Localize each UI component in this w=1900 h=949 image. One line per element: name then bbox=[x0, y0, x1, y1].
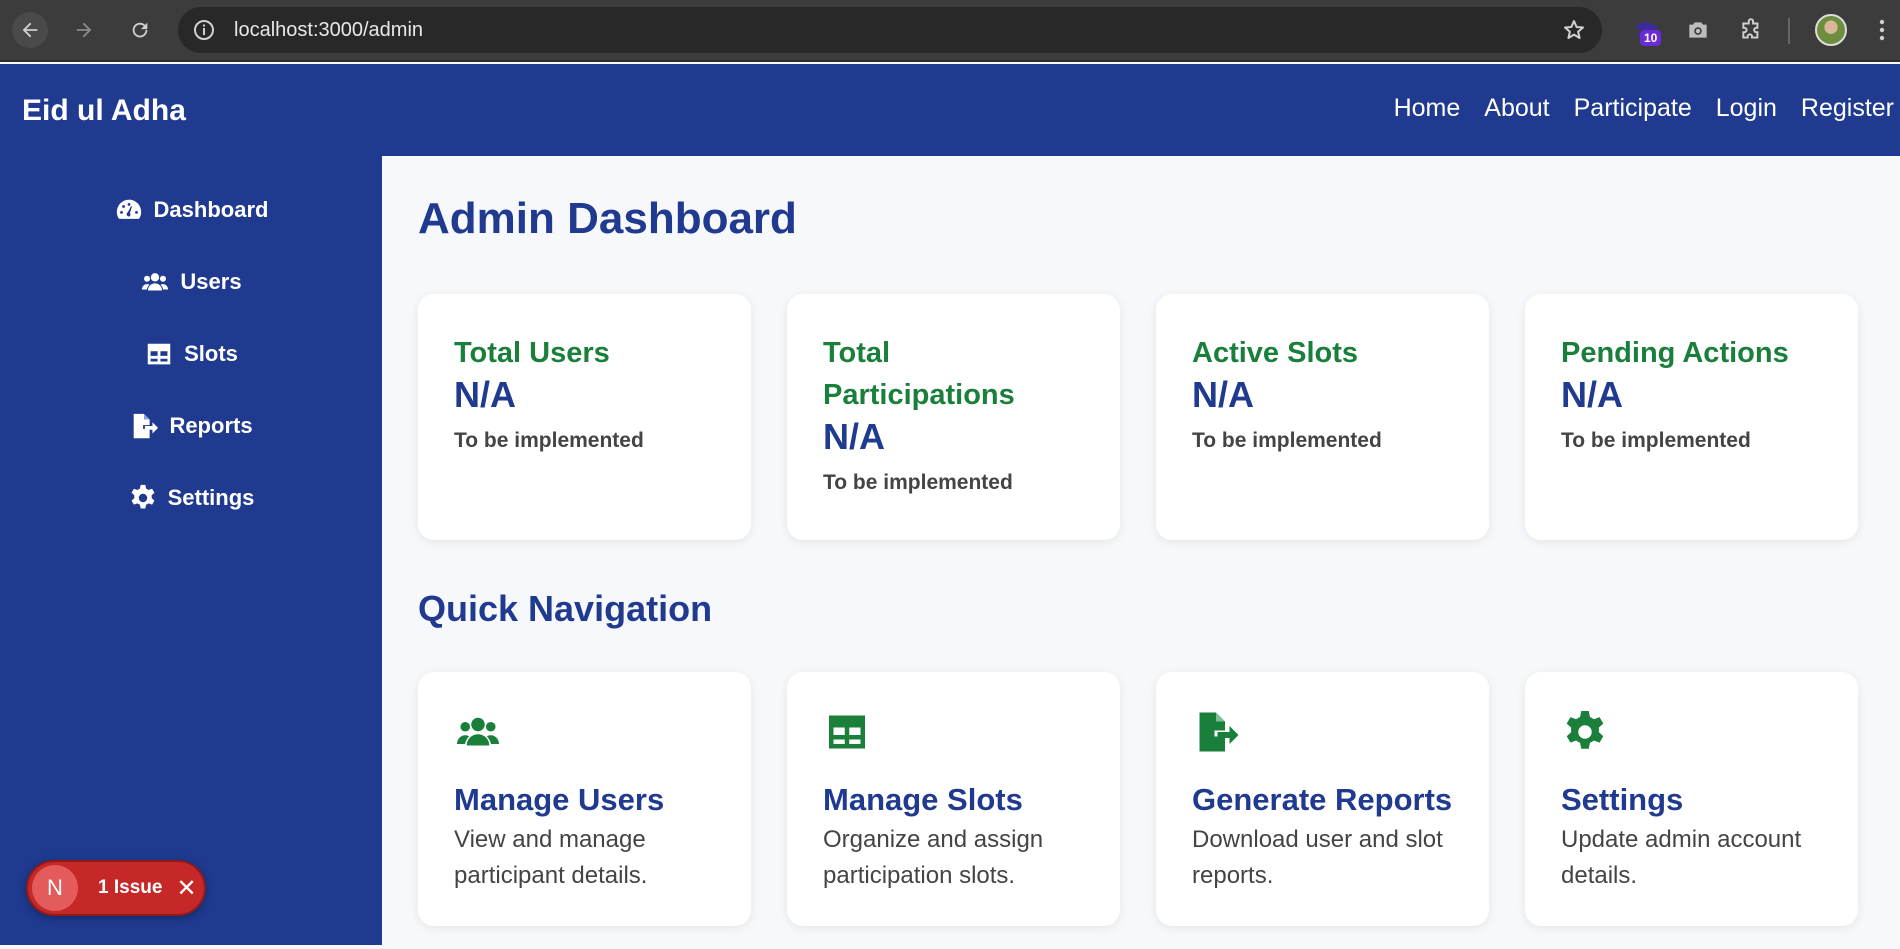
arrow-left-icon bbox=[22, 22, 38, 38]
quick-nav-desc: Update admin account details. bbox=[1561, 826, 1802, 889]
stat-card-active-slots: Active Slots N/A To be implemented bbox=[1156, 294, 1489, 540]
sidebar-item-label: Settings bbox=[167, 485, 255, 510]
dashboard-gauge-icon bbox=[116, 199, 141, 219]
nextjs-logo-icon: N bbox=[32, 865, 78, 911]
extensions-menu[interactable] bbox=[1736, 14, 1768, 46]
extension-camera[interactable] bbox=[1682, 14, 1714, 46]
stat-note: To be implemented bbox=[1561, 429, 1751, 452]
stat-note: To be implemented bbox=[823, 471, 1013, 494]
sidebar: Dashboard Users Slots Reports Settings bbox=[0, 156, 382, 945]
quick-nav-title: Manage Users bbox=[454, 782, 665, 817]
stat-title: Active Slots bbox=[1192, 337, 1358, 369]
page-title: Admin Dashboard bbox=[418, 194, 797, 243]
toolbar-divider bbox=[1788, 18, 1790, 44]
stat-card-content: Total Participations N/A To be implement… bbox=[823, 332, 1093, 504]
sidebar-item-label: Dashboard bbox=[153, 197, 269, 222]
kebab-menu-icon[interactable] bbox=[1872, 16, 1892, 44]
nav-participate[interactable]: Participate bbox=[1574, 94, 1692, 123]
url-text: localhost:3000/admin bbox=[234, 19, 424, 41]
bookmark-star-icon[interactable] bbox=[1562, 18, 1586, 42]
sidebar-item-dashboard[interactable]: Dashboard bbox=[0, 190, 382, 230]
nav-login[interactable]: Login bbox=[1716, 94, 1777, 123]
reload-button[interactable] bbox=[122, 12, 158, 48]
browser-toolbar: localhost:3000/admin 10 bbox=[0, 0, 1900, 62]
profile-avatar[interactable] bbox=[1815, 14, 1847, 46]
quick-nav-desc: View and manage participant details. bbox=[454, 826, 648, 889]
table-icon bbox=[829, 715, 865, 749]
back-button[interactable] bbox=[12, 12, 48, 48]
main-content: Admin Dashboard Total Users N/A To be im… bbox=[382, 156, 1894, 945]
quick-nav-title: Manage Slots bbox=[823, 782, 1023, 817]
extension-badge: 10 bbox=[1640, 30, 1662, 46]
section-title-quick-navigation: Quick Navigation bbox=[418, 588, 713, 629]
stat-card-content: Pending Actions N/A To be implemented bbox=[1561, 332, 1831, 462]
stat-title: Pending Actions bbox=[1561, 337, 1789, 369]
arrow-right-icon bbox=[76, 22, 92, 38]
sidebar-item-label: Users bbox=[180, 269, 242, 294]
file-export-icon bbox=[1199, 712, 1239, 752]
quick-nav-title: Generate Reports bbox=[1192, 782, 1453, 817]
close-icon[interactable]: ✕ bbox=[176, 874, 196, 903]
sidebar-item-reports[interactable]: Reports bbox=[0, 406, 382, 446]
stat-card-content: Total Users N/A To be implemented bbox=[454, 332, 724, 462]
users-icon bbox=[142, 273, 169, 291]
reload-icon bbox=[132, 22, 148, 38]
table-icon bbox=[147, 343, 171, 365]
info-icon[interactable] bbox=[192, 18, 216, 42]
sidebar-item-slots[interactable]: Slots bbox=[0, 334, 382, 374]
nav-register[interactable]: Register bbox=[1801, 94, 1894, 123]
quick-nav-title: Settings bbox=[1561, 782, 1684, 817]
file-export-icon bbox=[134, 413, 159, 439]
stat-value: N/A bbox=[454, 374, 516, 415]
nav-about[interactable]: About bbox=[1484, 94, 1549, 123]
issue-badge[interactable]: N 1 Issue ✕ bbox=[26, 860, 206, 916]
stat-card-total-users: Total Users N/A To be implemented bbox=[418, 294, 751, 540]
quick-nav-desc: Download user and slot reports. bbox=[1192, 826, 1443, 889]
nav-home[interactable]: Home bbox=[1394, 94, 1461, 123]
stat-card-content: Active Slots N/A To be implemented bbox=[1192, 332, 1462, 462]
gear-icon bbox=[1566, 711, 1604, 749]
quick-nav-card-manage-slots[interactable]: Manage Slots Organize and assign partici… bbox=[787, 672, 1120, 926]
sidebar-item-users[interactable]: Users bbox=[0, 262, 382, 302]
quick-nav-card-generate-reports[interactable]: Generate Reports Download user and slot … bbox=[1156, 672, 1489, 926]
forward-button[interactable] bbox=[66, 12, 102, 48]
quick-nav-desc: Organize and assign participation slots. bbox=[823, 826, 1044, 889]
stat-value: N/A bbox=[1192, 374, 1254, 415]
stat-card-total-participations: Total Participations N/A To be implement… bbox=[787, 294, 1120, 540]
quick-nav-card-settings[interactable]: Settings Update admin account details. bbox=[1525, 672, 1858, 926]
users-icon bbox=[457, 717, 499, 746]
brand-title[interactable]: Eid ul Adha bbox=[22, 94, 186, 128]
app-header: Eid ul Adha Home About Participate Login… bbox=[0, 64, 1900, 156]
sidebar-item-label: Reports bbox=[169, 413, 253, 438]
stat-note: To be implemented bbox=[1192, 429, 1382, 452]
stat-card-pending-actions: Pending Actions N/A To be implemented bbox=[1525, 294, 1858, 540]
stat-note: To be implemented bbox=[454, 429, 644, 452]
sidebar-item-settings[interactable]: Settings bbox=[0, 478, 382, 518]
stat-value: N/A bbox=[823, 416, 885, 457]
camera-icon bbox=[1689, 22, 1707, 38]
quick-nav-card-manage-users[interactable]: Manage Users View and manage participant… bbox=[418, 672, 751, 926]
issue-count-label[interactable]: 1 Issue bbox=[98, 877, 162, 899]
stat-title: Total Users bbox=[454, 337, 610, 369]
puzzle-icon bbox=[1742, 18, 1759, 39]
stat-value: N/A bbox=[1561, 374, 1623, 415]
stat-title: Total Participations bbox=[823, 337, 1015, 411]
address-bar[interactable]: localhost:3000/admin bbox=[178, 7, 1602, 53]
gear-icon bbox=[131, 484, 155, 509]
sidebar-item-label: Slots bbox=[184, 341, 238, 366]
top-nav: Home About Participate Login Register bbox=[1394, 94, 1894, 123]
